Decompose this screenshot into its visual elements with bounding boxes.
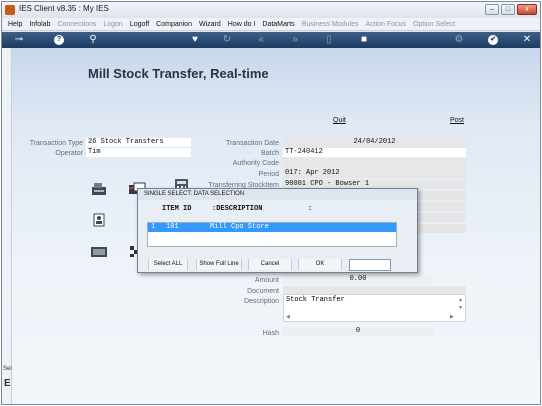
menu-logoff[interactable]: Logoff	[130, 21, 149, 28]
transaction-date-label: Transaction Date	[225, 140, 279, 147]
transaction-type-label: Transaction Type	[29, 140, 83, 147]
row-item-id: 101	[166, 223, 179, 231]
dialog-title: SINGLE SELECT: DATA SELECTION	[138, 189, 417, 200]
scroll-up-icon[interactable]: ▲	[458, 297, 463, 303]
description-box[interactable]: Stock Transfer ▲ ▼ ◀ ▶	[283, 294, 466, 322]
transaction-date-field[interactable]: 24/04/2012	[283, 138, 466, 147]
key-icon[interactable]: ⊸	[12, 34, 26, 46]
batch-label: Batch	[261, 150, 279, 157]
left-strip-logo: E	[4, 378, 11, 389]
row-number: 1	[151, 223, 156, 231]
app-window: IES Client v8.35 : My IES – □ x Help Inf…	[1, 1, 541, 405]
authority-code-label: Authority Code	[232, 160, 279, 167]
menu-help[interactable]: Help	[8, 21, 22, 28]
authority-code-field[interactable]	[283, 158, 466, 167]
heart-icon[interactable]: ♥	[188, 34, 202, 46]
scroll-down-icon[interactable]: ▼	[458, 305, 463, 311]
left-strip-label: Sei	[3, 366, 12, 372]
toolbar: ⊸ ? ⚲ ♥ ↻ « » ▯ ■ ⚙ ✔ ✕	[2, 32, 540, 48]
ok-button[interactable]: OK	[298, 259, 342, 270]
document-label: Document	[247, 288, 279, 295]
page-title: Mill Stock Transfer, Real-time	[88, 66, 269, 81]
scroll-left-icon[interactable]: ◀	[286, 314, 290, 320]
select-all-button[interactable]: Select ALL	[148, 259, 188, 270]
quit-link[interactable]: Quit	[333, 117, 346, 124]
menu-connections[interactable]: Connections	[57, 21, 96, 28]
operator-field[interactable]: Tim	[86, 148, 191, 157]
dialog-column-headers: ITEM ID :DESCRIPTION :	[150, 205, 407, 215]
forward-icon[interactable]: »	[288, 34, 302, 46]
hash-label: Hash	[262, 330, 279, 337]
column-header-separator: :	[308, 205, 313, 213]
app-logo-icon	[5, 5, 15, 15]
close-icon[interactable]: ✕	[520, 34, 534, 46]
refresh-icon[interactable]: ↻	[220, 34, 234, 46]
description-text: Stock Transfer	[286, 296, 345, 304]
menu-companion[interactable]: Companion	[156, 21, 192, 28]
amount-field[interactable]: 0.00	[283, 275, 433, 284]
ok-icon[interactable]: ✔	[488, 35, 498, 45]
transaction-type-field[interactable]: 26 Stock Transfers	[86, 138, 191, 147]
data-selection-dialog: SINGLE SELECT: DATA SELECTION ITEM ID :D…	[137, 188, 418, 273]
menu-business-modules[interactable]: Business Modules	[302, 21, 359, 28]
hash-field[interactable]: 0	[283, 327, 433, 336]
row-description: Mill Cpo Store	[210, 223, 269, 231]
window-title: IES Client v8.35 : My IES	[19, 4, 109, 13]
column-header-description: :DESCRIPTION	[212, 205, 263, 213]
settings-icon[interactable]: ⚙	[452, 34, 466, 46]
search-icon[interactable]: ⚲	[86, 34, 100, 46]
menu-option-select[interactable]: Option Select	[413, 21, 455, 28]
amount-label: Amount	[254, 277, 279, 284]
stop-icon[interactable]: ■	[357, 34, 371, 46]
maximize-button[interactable]: □	[501, 4, 515, 15]
period-field[interactable]: 017: Apr 2012	[283, 169, 466, 178]
dialog-search-input[interactable]	[349, 259, 391, 271]
scroll-right-icon[interactable]: ▶	[450, 314, 454, 320]
report-icon[interactable]	[90, 244, 108, 258]
minimize-button[interactable]: –	[485, 4, 499, 15]
description-label: Description	[243, 298, 279, 305]
back-icon[interactable]: «	[254, 34, 268, 46]
cancel-button[interactable]: Cancel	[248, 259, 292, 270]
post-link[interactable]: Post	[450, 117, 464, 124]
cash-register-icon[interactable]	[90, 182, 108, 196]
batch-field[interactable]: TT-240412	[283, 148, 466, 157]
close-window-button[interactable]: x	[517, 4, 537, 15]
menu-infolab[interactable]: Infolab	[29, 21, 50, 28]
title-bar: IES Client v8.35 : My IES – □ x	[2, 2, 540, 18]
document-user-icon[interactable]	[90, 213, 108, 227]
help-icon[interactable]: ?	[54, 35, 64, 45]
menu-logon[interactable]: Logon	[103, 21, 122, 28]
menu-datamarts[interactable]: DataMarts	[262, 21, 294, 28]
period-label: Period	[258, 171, 279, 178]
page-icon[interactable]: ▯	[322, 34, 336, 46]
menu-wizard[interactable]: Wizard	[199, 21, 221, 28]
left-side-strip	[2, 48, 12, 404]
menu-how-do-i[interactable]: How do I	[228, 21, 256, 28]
menu-bar: Help Infolab Connections Logon Logoff Co…	[2, 18, 540, 31]
show-full-line-button[interactable]: Show Full Line	[196, 259, 242, 270]
window-controls: – □ x	[485, 4, 537, 15]
list-item[interactable]: 1 101 Mill Cpo Store	[148, 223, 396, 232]
menu-action-focus[interactable]: Action Focus	[366, 21, 406, 28]
selection-list[interactable]: 1 101 Mill Cpo Store	[147, 222, 397, 247]
operator-label: Operator	[55, 150, 83, 157]
column-header-item-id: ITEM ID	[162, 205, 192, 213]
